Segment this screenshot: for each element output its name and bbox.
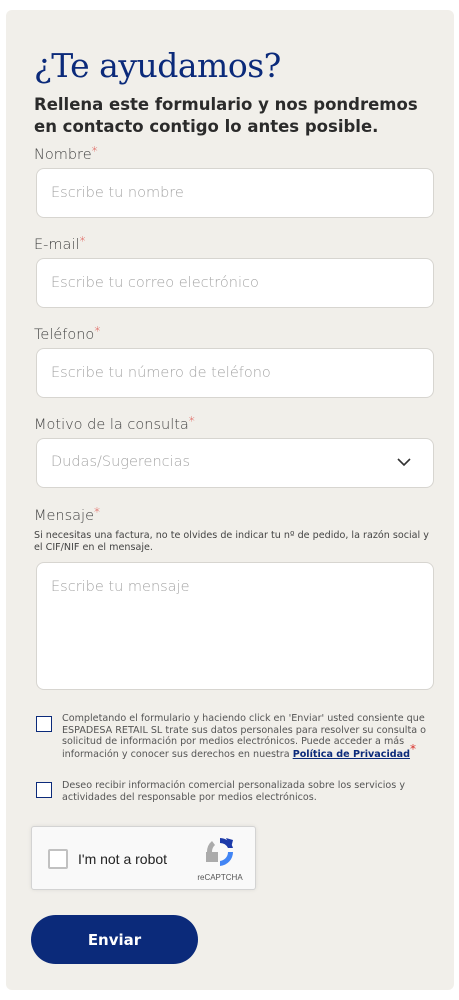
form-subtitle: Rellena este formulario y nos pondremos … — [34, 95, 418, 136]
submit-button[interactable]: Enviar — [31, 915, 198, 964]
reason-label: Motivo de la consulta* — [34, 414, 195, 433]
email-label: E-mail* — [34, 234, 86, 253]
message-textarea[interactable] — [36, 562, 434, 690]
marketing-consent-checkbox[interactable] — [36, 782, 52, 798]
name-input[interactable] — [36, 168, 434, 218]
privacy-policy-link[interactable]: Política de Privacidad — [293, 749, 410, 760]
message-hint: Si necesitas una factura, no te olvides … — [34, 530, 429, 553]
required-marker: * — [409, 741, 416, 756]
recaptcha-label: I'm not a robot — [78, 851, 168, 867]
reason-select[interactable]: Dudas/Sugerencias — [36, 438, 434, 488]
phone-label: Teléfono* — [34, 324, 101, 343]
form-title: ¿Te ayudamos? — [34, 46, 281, 85]
phone-input[interactable] — [36, 348, 434, 398]
marketing-consent-text: Deseo recibir información comercial pers… — [62, 780, 406, 803]
chevron-down-icon — [397, 458, 411, 467]
recaptcha-brand: reCAPTCHA — [197, 873, 243, 882]
required-marker: * — [94, 324, 101, 338]
privacy-consent-text: Completando el formulario y haciendo cli… — [62, 713, 427, 760]
recaptcha-widget: I'm not a robot reCAPTCHA — [31, 826, 256, 890]
recaptcha-logo-icon — [206, 838, 234, 866]
message-label: Mensaje* — [34, 505, 101, 524]
name-label: Nombre* — [34, 144, 98, 163]
required-marker: * — [79, 234, 86, 248]
privacy-consent-checkbox[interactable] — [36, 716, 52, 732]
reason-selected-value: Dudas/Sugerencias — [51, 454, 191, 470]
email-input[interactable] — [36, 258, 434, 308]
required-marker: * — [91, 144, 98, 158]
required-marker: * — [94, 505, 101, 519]
recaptcha-checkbox[interactable] — [48, 849, 68, 869]
required-marker: * — [188, 414, 195, 428]
